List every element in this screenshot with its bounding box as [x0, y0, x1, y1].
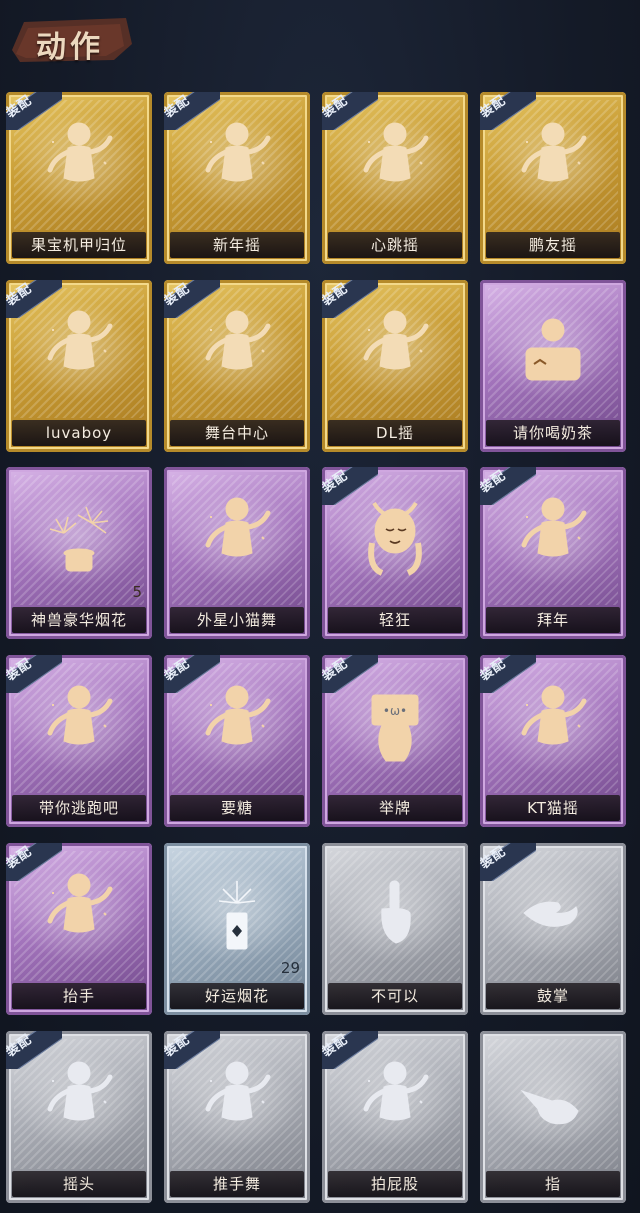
dance-figure-icon: [360, 118, 430, 204]
emote-card[interactable]: 外星小猫舞: [164, 467, 310, 639]
item-count: 29: [280, 959, 300, 977]
emote-label: KT猫摇: [486, 795, 620, 821]
emote-card[interactable]: 轻狂 装配: [322, 467, 468, 639]
dance-figure-icon: [202, 118, 272, 204]
emote-label: 拍屁股: [328, 1171, 462, 1197]
dance-figure-icon: [202, 681, 272, 767]
emote-label: 拜年: [486, 607, 620, 633]
equipped-badge: 装配: [322, 280, 378, 318]
emote-card[interactable]: 神兽豪华烟花 5: [6, 467, 152, 639]
dance-figure-icon: [202, 1057, 272, 1143]
emote-label: 要糖: [170, 795, 304, 821]
emote-label: 舞台中心: [170, 420, 304, 446]
emote-label: luvaboy: [12, 420, 146, 446]
equipped-badge: 装配: [480, 92, 536, 130]
emote-card[interactable]: 指: [480, 1031, 626, 1203]
emote-card[interactable]: 请你喝奶茶: [480, 280, 626, 452]
equipped-badge: 装配: [6, 1031, 62, 1069]
emote-label: 鹏友摇: [486, 232, 620, 258]
dance-figure-icon: [44, 306, 114, 392]
emote-label: 果宝机甲归位: [12, 232, 146, 258]
emote-label: 神兽豪华烟花: [12, 607, 146, 633]
emote-label: 摇头: [12, 1171, 146, 1197]
dance-figure-icon: [44, 118, 114, 204]
equipped-badge: 装配: [480, 467, 536, 505]
emote-label: 举牌: [328, 795, 462, 821]
emote-label: DL摇: [328, 420, 462, 446]
emote-card[interactable]: •ω• 举牌 装配: [322, 655, 468, 827]
emote-card[interactable]: 鼓掌 装配: [480, 843, 626, 1015]
emote-label: 心跳摇: [328, 232, 462, 258]
dance-figure-icon: [44, 681, 114, 767]
emote-label: 指: [486, 1171, 620, 1197]
emote-card[interactable]: luvaboy 装配: [6, 280, 152, 452]
dance-figure-icon: [360, 306, 430, 392]
dance-figure-icon: [202, 493, 272, 579]
clapping-hands-icon: [518, 869, 588, 955]
dance-figure-icon: [518, 493, 588, 579]
item-count: 5: [132, 583, 142, 601]
emote-label: 推手舞: [170, 1171, 304, 1197]
emote-label: 好运烟花: [170, 983, 304, 1009]
equipped-badge: 装配: [164, 655, 220, 693]
emote-card[interactable]: 拜年 装配: [480, 467, 626, 639]
equipped-badge: 装配: [480, 843, 536, 881]
dance-figure-icon: [518, 681, 588, 767]
svg-text:•ω•: •ω•: [383, 704, 407, 718]
horned-girl-icon: [360, 493, 430, 579]
equipped-badge: 装配: [164, 280, 220, 318]
dance-figure-icon: [202, 306, 272, 392]
equipped-badge: 装配: [164, 1031, 220, 1069]
dance-figure-icon: [518, 118, 588, 204]
emote-label: 轻狂: [328, 607, 462, 633]
equipped-badge: 装配: [322, 467, 378, 505]
emote-label: 抬手: [12, 983, 146, 1009]
emote-label: 请你喝奶茶: [486, 420, 620, 446]
emote-card[interactable]: 要糖 装配: [164, 655, 310, 827]
emote-card[interactable]: 不可以: [322, 843, 468, 1015]
emote-card[interactable]: 鹏友摇 装配: [480, 92, 626, 264]
equipped-badge: 装配: [6, 92, 62, 130]
equipped-badge: 装配: [322, 655, 378, 693]
sign-holding-icon: •ω•: [360, 681, 430, 767]
emote-card[interactable]: 好运烟花 29: [164, 843, 310, 1015]
emote-card[interactable]: 舞台中心 装配: [164, 280, 310, 452]
dance-figure-icon: [44, 1057, 114, 1143]
emote-card[interactable]: 推手舞 装配: [164, 1031, 310, 1203]
emote-label: 新年摇: [170, 232, 304, 258]
dance-figure-icon: [44, 869, 114, 955]
emote-label: 带你逃跑吧: [12, 795, 146, 821]
equipped-badge: 装配: [164, 92, 220, 130]
equipped-badge: 装配: [6, 655, 62, 693]
pointing-hand-icon: [518, 1057, 588, 1143]
equipped-badge: 装配: [322, 1031, 378, 1069]
equipped-badge: 装配: [6, 280, 62, 318]
finger-wag-icon: [360, 869, 430, 955]
emote-card[interactable]: 果宝机甲归位 装配: [6, 92, 152, 264]
emote-label: 外星小猫舞: [170, 607, 304, 633]
emote-label: 不可以: [328, 983, 462, 1009]
emote-card[interactable]: DL摇 装配: [322, 280, 468, 452]
equipped-badge: 装配: [6, 843, 62, 881]
fireworks-icon: [44, 493, 114, 579]
firecracker-icon: [202, 869, 272, 955]
emote-card[interactable]: 抬手 装配: [6, 843, 152, 1015]
emote-card[interactable]: KT猫摇 装配: [480, 655, 626, 827]
emote-grid: 果宝机甲归位 装配 新年摇 装配 心跳摇 装配 鹏友摇 装配 luvaboy 装…: [0, 0, 640, 1213]
equipped-badge: 装配: [322, 92, 378, 130]
milk-tea-icon: [518, 306, 588, 392]
emote-label: 鼓掌: [486, 983, 620, 1009]
equipped-badge: 装配: [480, 655, 536, 693]
emote-card[interactable]: 摇头 装配: [6, 1031, 152, 1203]
dance-figure-icon: [360, 1057, 430, 1143]
emote-card[interactable]: 心跳摇 装配: [322, 92, 468, 264]
emote-card[interactable]: 拍屁股 装配: [322, 1031, 468, 1203]
emote-card[interactable]: 带你逃跑吧 装配: [6, 655, 152, 827]
emote-card[interactable]: 新年摇 装配: [164, 92, 310, 264]
